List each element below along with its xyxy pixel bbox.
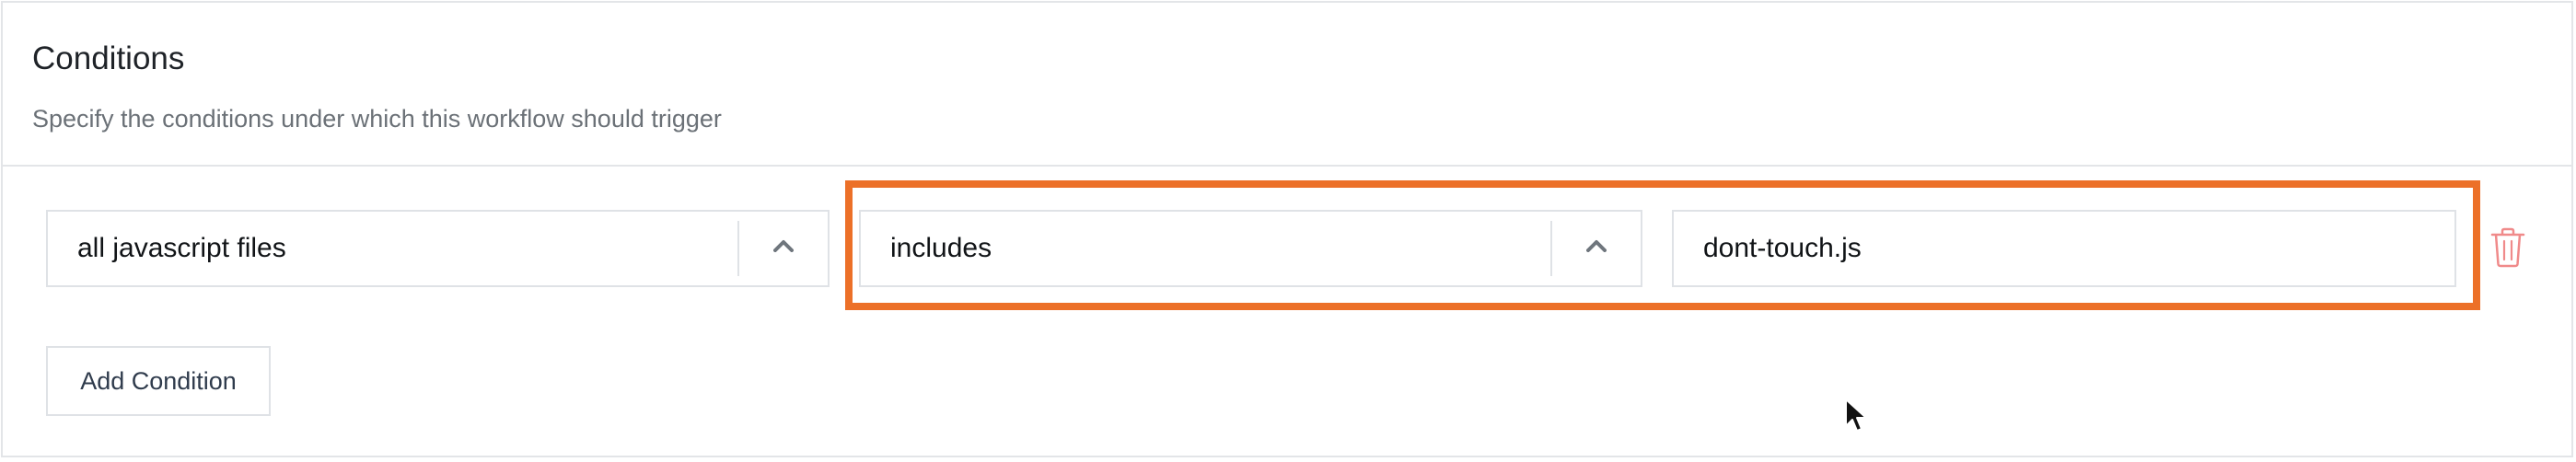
condition-field-select[interactable]: all javascript files [46,210,830,287]
conditions-header: Conditions Specify the conditions under … [3,3,2571,167]
chevron-up-icon[interactable] [739,212,828,285]
trash-icon[interactable] [2490,227,2525,268]
section-subtitle: Specify the conditions under which this … [32,105,722,133]
mouse-cursor-icon [1844,398,1870,434]
add-condition-button[interactable]: Add Condition [46,346,271,416]
section-title: Conditions [32,40,185,76]
highlight-box [845,180,2480,310]
condition-field-value: all javascript files [77,233,286,263]
